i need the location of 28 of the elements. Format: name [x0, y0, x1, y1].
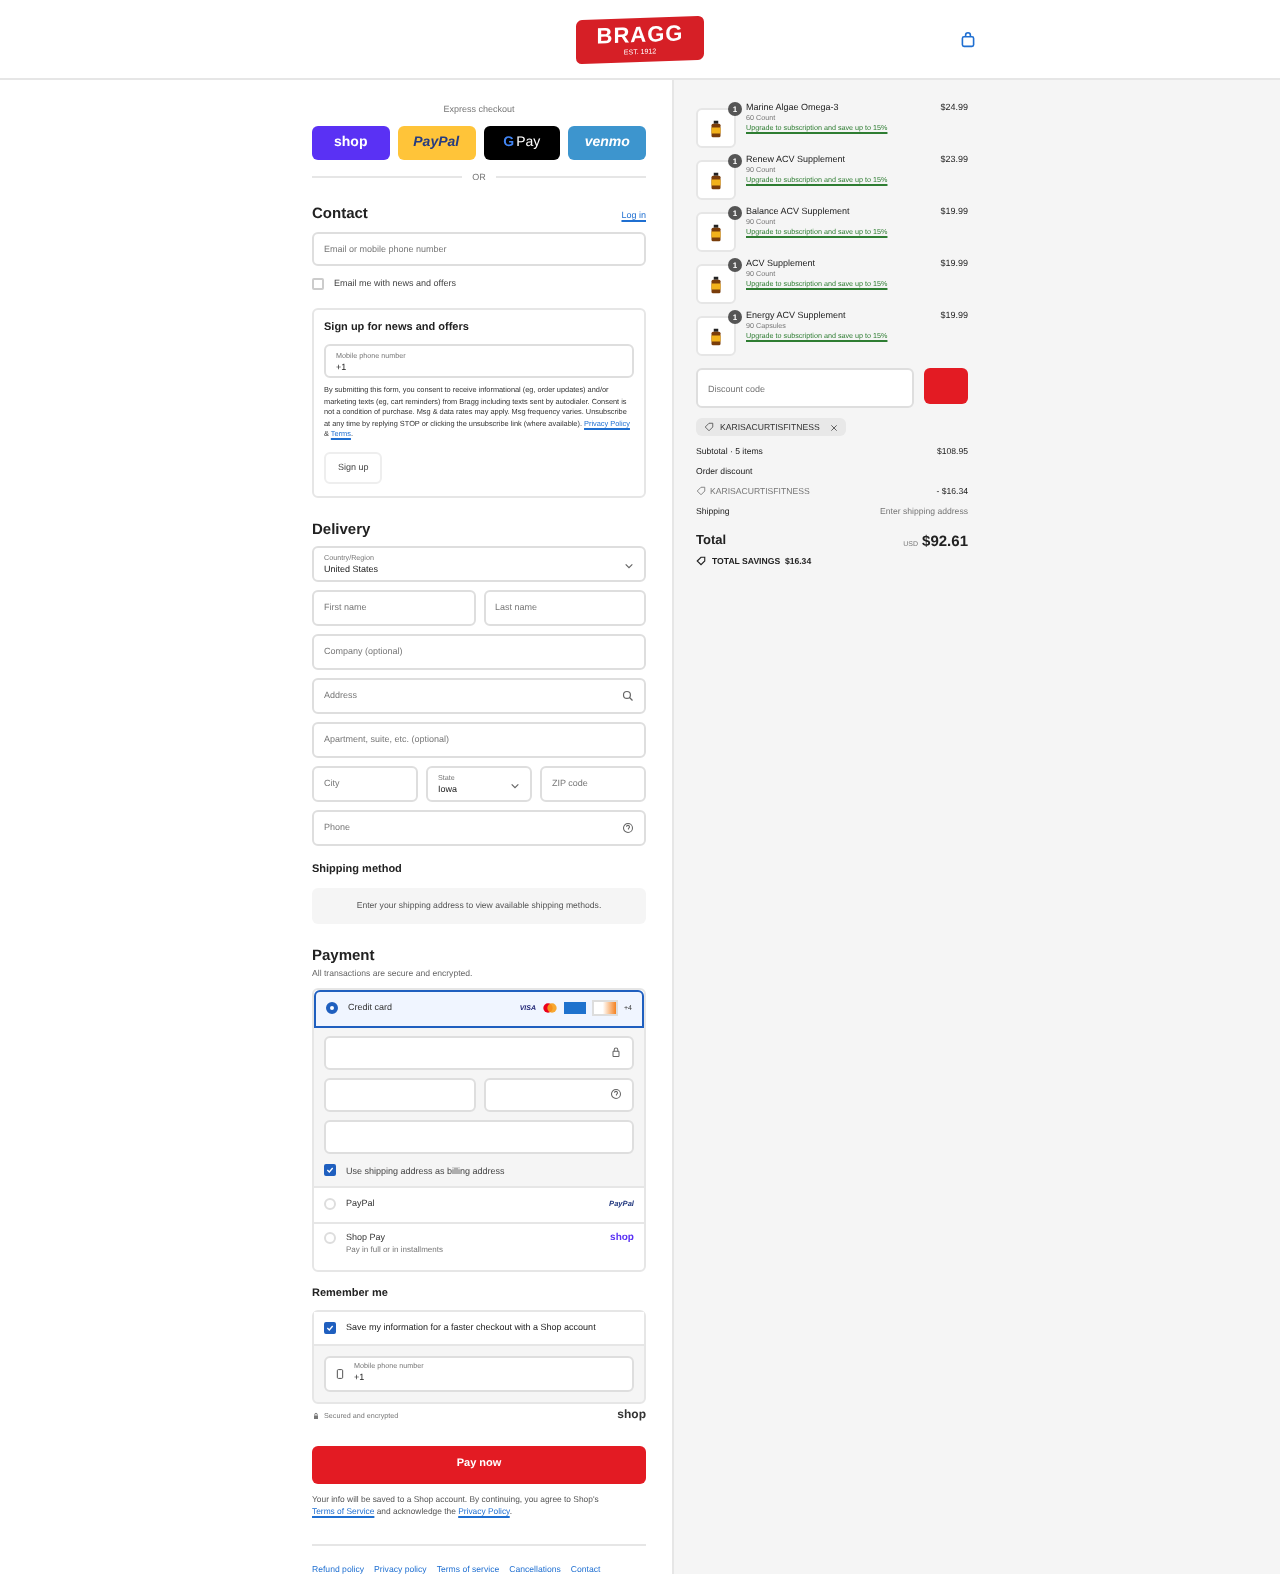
tag-icon — [704, 422, 714, 432]
remove-icon[interactable] — [829, 423, 838, 431]
mobile-phone-icon — [336, 1367, 344, 1380]
lock-icon — [610, 1046, 622, 1059]
lock-icon — [312, 1412, 320, 1421]
help-icon — [610, 1088, 622, 1101]
card-brand-logo-icon — [592, 1000, 618, 1017]
expiry-field[interactable] — [324, 1077, 475, 1112]
supplement-bottle-icon — [710, 119, 722, 137]
search-icon — [622, 689, 634, 702]
apply-discount-button[interactable] — [924, 368, 968, 404]
checkbox[interactable] — [324, 1164, 336, 1177]
checkbox[interactable] — [324, 1321, 336, 1334]
tag-icon — [696, 486, 706, 496]
supplement-bottle-icon — [710, 223, 722, 241]
shopping-bag-icon[interactable] — [960, 31, 976, 47]
chevron-down-icon — [510, 781, 520, 790]
supplement-bottle-icon — [710, 327, 722, 345]
supplement-bottle-icon — [710, 275, 722, 293]
supplement-bottle-icon — [710, 171, 722, 189]
card-brand-circles-icon — [542, 1002, 558, 1015]
card-number-field[interactable] — [324, 1035, 634, 1070]
tag-icon — [696, 556, 706, 566]
name-on-card-field[interactable] — [324, 1119, 634, 1154]
help-icon — [622, 821, 634, 834]
chevron-down-icon — [624, 561, 634, 570]
security-code-field[interactable] — [483, 1077, 634, 1112]
card-brand-logo-icon — [564, 1002, 586, 1015]
